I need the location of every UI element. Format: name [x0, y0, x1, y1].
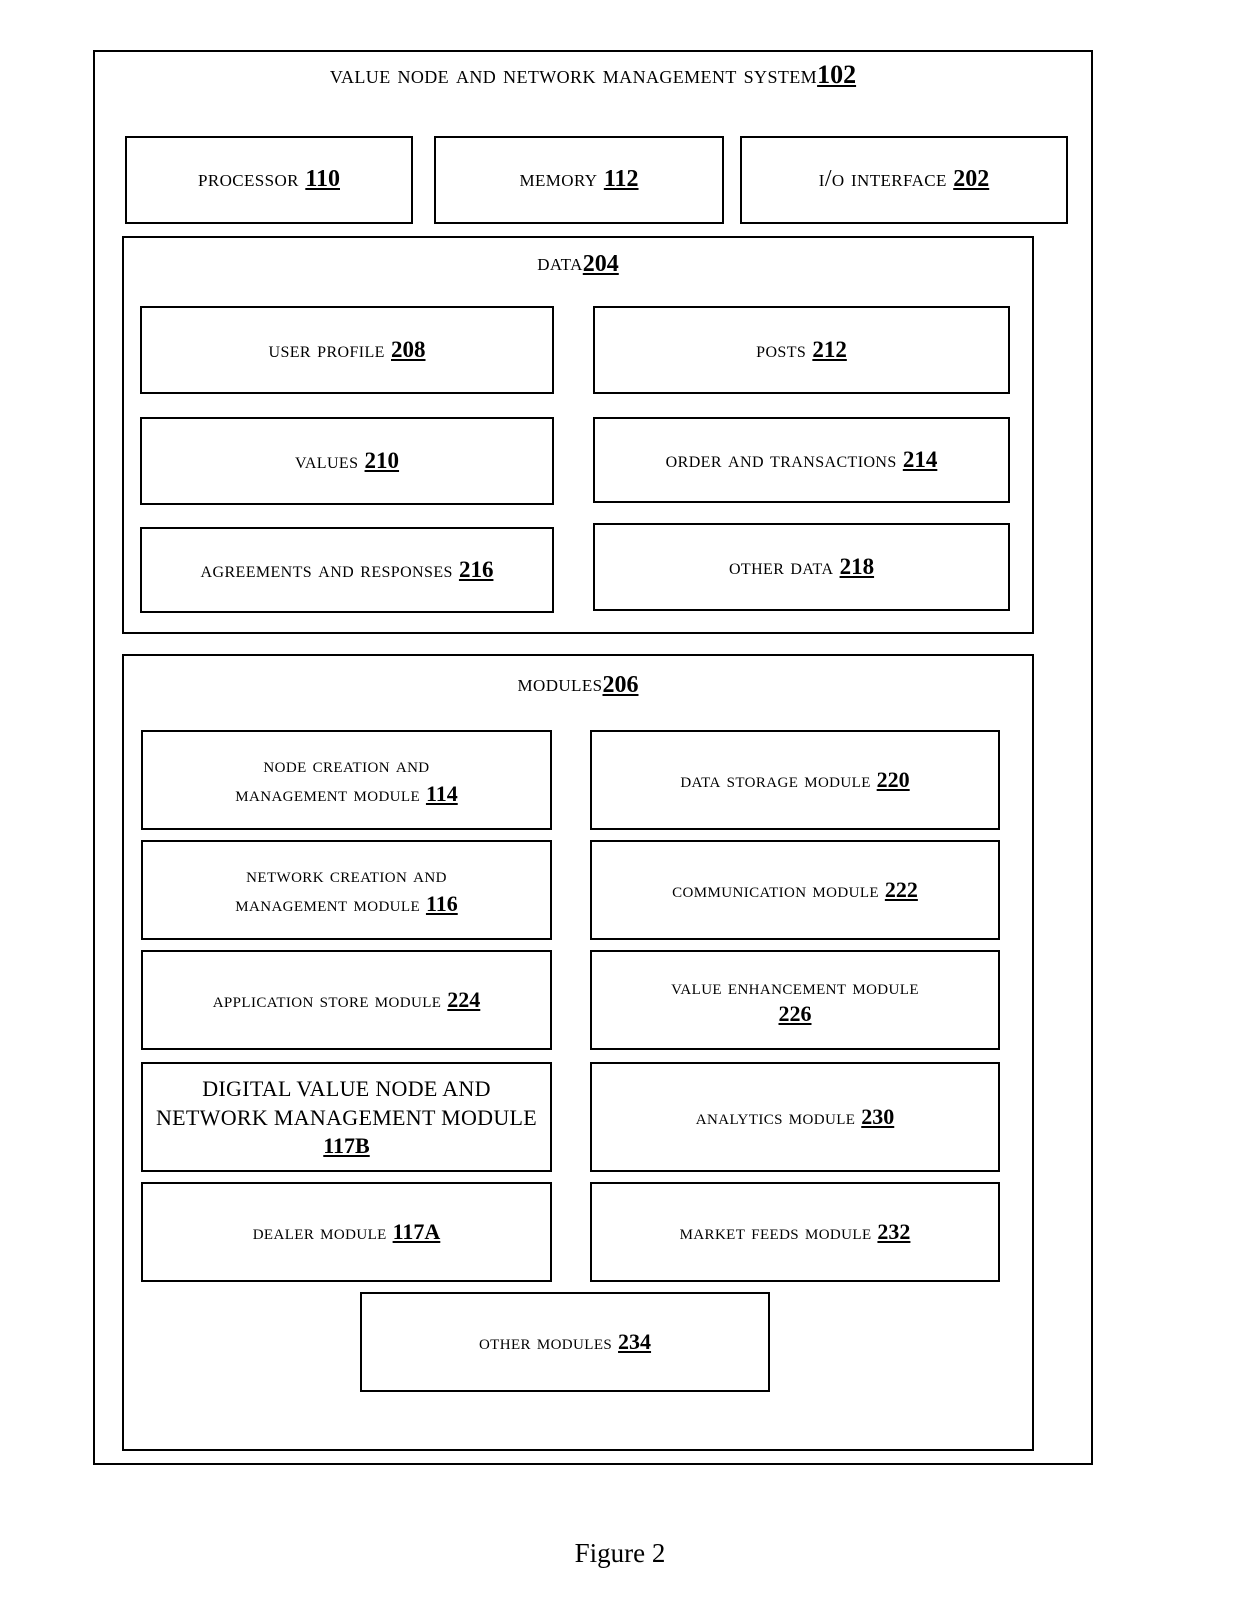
block-posts-ref: 212: [812, 337, 847, 363]
block-analytics-module-label: Analytics Module: [695, 1103, 862, 1129]
data-section-title-ref: 204: [582, 250, 619, 277]
block-data-storage-module-label: Data Storage Module: [680, 766, 877, 792]
block-node-creation-and-management-module: Node Creation and Management Module 114: [141, 730, 552, 830]
modules-section-title-ref: 206: [602, 671, 639, 698]
block-processor: Processor 110: [125, 136, 413, 224]
block-io-interface-ref: 202: [953, 166, 990, 193]
block-other-modules-ref: 234: [618, 1328, 652, 1354]
block-digital-value-node-and-network-management-module-label: Digital Value Node and Network Managemen…: [155, 1076, 538, 1130]
block-values-label: Values: [294, 448, 365, 474]
block-order-and-transactions-ref: 214: [902, 447, 938, 473]
modules-section-title-label: Modules: [517, 671, 603, 698]
block-values-ref: 210: [364, 448, 400, 474]
block-value-enhancement-module: Value Enhancement Module 226: [590, 950, 1000, 1050]
block-io-interface: I/O Interface 202: [740, 136, 1068, 224]
system-title-ref: 102: [817, 60, 857, 89]
block-posts-label: Posts: [756, 337, 813, 363]
block-data-storage-module: Data Storage Module 220: [590, 730, 1000, 830]
block-analytics-module-ref: 230: [861, 1103, 895, 1129]
system-title-label: Value Node and Network Management System: [329, 60, 818, 90]
block-processor-label: Processor: [197, 166, 306, 193]
block-other-modules: Other Modules 234: [360, 1292, 770, 1392]
block-user-profile: User Profile 208: [140, 306, 554, 394]
block-digital-value-node-and-network-management-module: Digital Value Node and Network Managemen…: [141, 1062, 552, 1172]
block-other-modules-label: Other Modules: [478, 1328, 619, 1354]
block-processor-ref: 110: [305, 166, 340, 193]
block-memory: Memory 112: [434, 136, 724, 224]
block-dealer-module-label: Dealer Module: [252, 1218, 393, 1244]
block-network-creation-and-management-module-label: Network Creation and Management Module: [235, 862, 447, 916]
block-value-enhancement-module-ref: 226: [778, 1001, 812, 1027]
block-user-profile-label: User Profile: [268, 337, 391, 363]
block-value-enhancement-module-label: Value Enhancement Module: [671, 973, 919, 999]
block-digital-value-node-and-network-management-module-ref: 117B: [323, 1132, 370, 1158]
data-section-title: Data 204: [122, 244, 1034, 284]
block-data-storage-module-ref: 220: [876, 766, 910, 792]
block-memory-label: Memory: [519, 166, 604, 193]
data-section-title-label: Data: [537, 250, 583, 277]
block-network-creation-and-management-module: Network Creation and Management Module 1…: [141, 840, 552, 940]
block-agreements-and-responses-ref: 216: [458, 557, 494, 583]
block-posts: Posts 212: [593, 306, 1010, 394]
block-user-profile-ref: 208: [391, 337, 426, 363]
block-other-data: Other Data 218: [593, 523, 1010, 611]
block-application-store-module: Application Store Module 224: [141, 950, 552, 1050]
block-dealer-module: Dealer Module 117A: [141, 1182, 552, 1282]
block-order-and-transactions-label: Order and Transactions: [665, 447, 903, 473]
block-communication-module-label: Communication Module: [672, 876, 885, 902]
block-application-store-module-ref: 224: [447, 986, 481, 1012]
page-title: Value Node and Network Management System…: [93, 52, 1093, 98]
block-communication-module: Communication Module 222: [590, 840, 1000, 940]
block-agreements-and-responses: Agreements and Responses 216: [140, 527, 554, 613]
block-order-and-transactions: Order and Transactions 214: [593, 417, 1010, 503]
block-values: Values 210: [140, 417, 554, 505]
block-application-store-module-label: Application Store Module: [212, 986, 448, 1012]
block-other-data-label: Other Data: [728, 554, 840, 580]
block-market-feeds-module-ref: 232: [877, 1218, 911, 1244]
block-node-creation-and-management-module-label: Node Creation and Management Module: [235, 752, 430, 806]
figure-caption: Figure 2: [574, 1538, 666, 1568]
block-network-creation-and-management-module-ref: 116: [425, 891, 458, 916]
block-other-data-ref: 218: [839, 554, 875, 580]
block-dealer-module-ref: 117A: [392, 1218, 441, 1244]
modules-section-title: Modules 206: [122, 664, 1034, 706]
block-analytics-module: Analytics Module 230: [590, 1062, 1000, 1172]
block-io-interface-label: I/O Interface: [818, 166, 954, 193]
block-market-feeds-module: Market Feeds Module 232: [590, 1182, 1000, 1282]
block-memory-ref: 112: [603, 166, 639, 193]
block-node-creation-and-management-module-ref: 114: [425, 781, 458, 806]
block-communication-module-ref: 222: [884, 876, 918, 902]
block-market-feeds-module-label: Market Feeds Module: [679, 1218, 878, 1244]
block-agreements-and-responses-label: Agreements and Responses: [200, 557, 459, 583]
